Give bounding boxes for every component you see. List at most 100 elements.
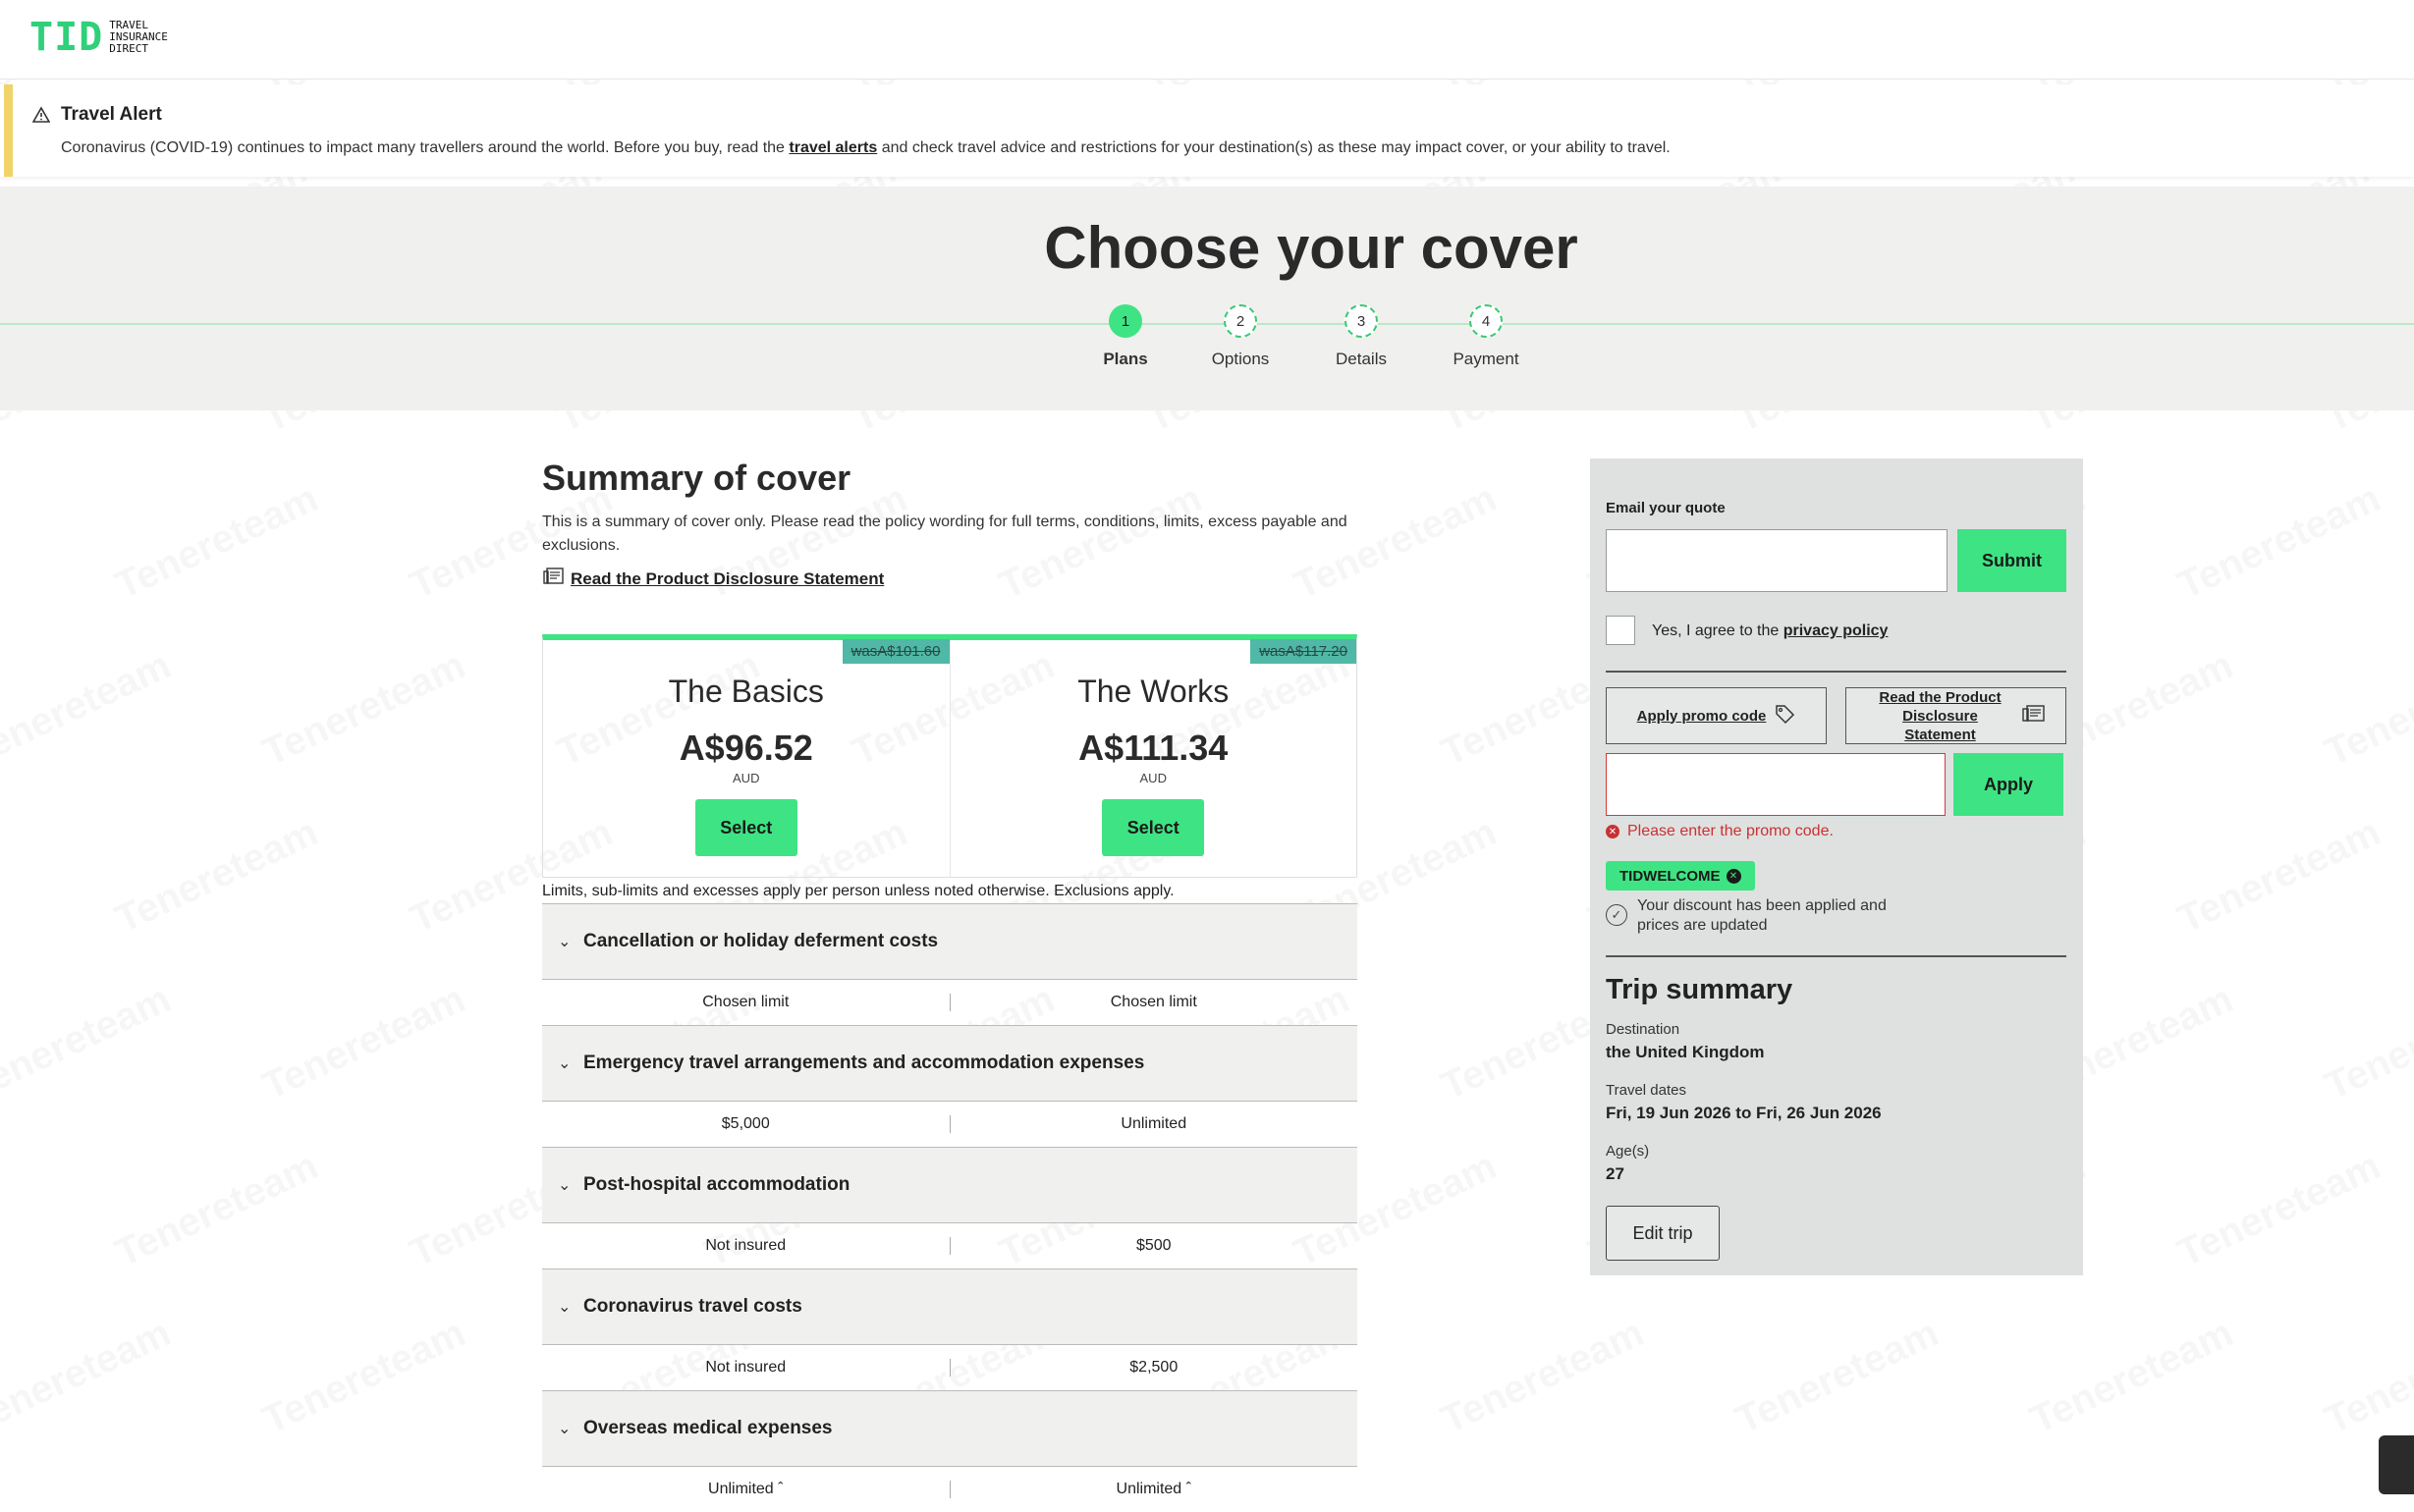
works-value: $2,500 (1129, 1359, 1179, 1376)
step-number: 2 (1224, 304, 1257, 338)
watermark-text: Tenereteam (2024, 1311, 2240, 1442)
apply-promo-code-button[interactable]: Apply promo code (1606, 687, 1827, 744)
chevron-down-icon: ⌄ (558, 1421, 572, 1437)
step-label: Details (1336, 350, 1387, 368)
watermark-text: Tenereteam (109, 1144, 325, 1275)
logo-mark: TID (29, 15, 104, 60)
watermark-text: Tenereteam (0, 1311, 178, 1442)
watermark-text: Tenereteam (256, 643, 472, 775)
travel-alert-banner: Travel Alert Coronavirus (COVID-19) cont… (0, 84, 2414, 177)
discount-message: Your discount has been applied and price… (1637, 897, 1887, 934)
pds-link-label: Read the Product Disclosure Statement (571, 568, 885, 588)
privacy-policy-link[interactable]: privacy policy (1783, 622, 1889, 639)
site-header: TID TRAVEL INSURANCE DIRECT (0, 0, 2414, 80)
step-label: Payment (1453, 350, 1519, 368)
select-works-button[interactable]: Select (1102, 799, 1205, 856)
step-payment[interactable]: 4 Payment (1417, 304, 1555, 369)
privacy-checkbox[interactable] (1606, 616, 1635, 645)
watermark-text: Tenereteam (1435, 1311, 1651, 1442)
watermark-text: Tenereteam (256, 1311, 472, 1442)
destination-value: the United Kingdom (1606, 1043, 1765, 1061)
benefit-row: Not insured $500 (542, 1223, 1357, 1269)
watermark-text: Tenereteam (109, 476, 325, 608)
plan-currency: AUD (733, 771, 760, 785)
basics-value: Unlimited ˆ (708, 1481, 784, 1497)
hero-section: Choose your cover 1 Plans 2 Options 3 De… (0, 187, 2414, 410)
destination-label: Destination (1606, 1021, 1680, 1038)
select-basics-button[interactable]: Select (694, 799, 797, 856)
alert-accent-bar (4, 84, 13, 177)
remove-promo-icon[interactable]: ✕ (1726, 868, 1741, 884)
chevron-down-icon: ⌄ (558, 1055, 572, 1072)
quote-sidebar: Email your quote Submit Yes, I agree to … (1590, 459, 2083, 1275)
step-number: 4 (1469, 304, 1503, 338)
promo-error: ✕ Please enter the promo code. (1606, 823, 1834, 840)
plan-card-works: wasA$117.20 The Works A$111.34 AUD Selec… (949, 639, 1356, 877)
works-value: Unlimited ˆ (1116, 1481, 1191, 1497)
logo-text: TRAVEL INSURANCE DIRECT (109, 19, 168, 55)
was-price-tag: wasA$117.20 (1250, 639, 1356, 664)
works-value: Chosen limit (1110, 994, 1197, 1010)
pds-link[interactable]: Read the Product Disclosure Statement (543, 567, 884, 591)
apply-button[interactable]: Apply (1953, 753, 2063, 816)
watermark-text: Tenereteam (2171, 810, 2387, 942)
benefit-title: Post-hospital accommodation (583, 1174, 850, 1195)
benefit-title: Cancellation or holiday deferment costs (583, 931, 939, 951)
error-icon: ✕ (1606, 825, 1619, 838)
benefit-title: Overseas medical expenses (583, 1418, 833, 1438)
promo-chip-label: TIDWELCOME (1619, 867, 1721, 885)
tag-icon (1774, 703, 1795, 729)
benefit-header[interactable]: ⌄ Coronavirus travel costs (542, 1269, 1357, 1345)
step-options[interactable]: 2 Options (1172, 304, 1309, 369)
benefit-header[interactable]: ⌄ Overseas medical expenses (542, 1390, 1357, 1467)
document-icon (543, 567, 565, 591)
summary-description: This is a summary of cover only. Please … (542, 513, 1347, 554)
basics-value: Chosen limit (702, 994, 790, 1010)
plan-name: The Works (1077, 674, 1230, 709)
promo-chip: TIDWELCOME ✕ (1606, 861, 1755, 891)
travel-alerts-link[interactable]: travel alerts (789, 139, 877, 156)
promo-code-input[interactable] (1606, 753, 1946, 816)
plan-name: The Basics (668, 674, 824, 709)
benefit-row: Unlimited ˆ Unlimited ˆ (542, 1467, 1357, 1512)
basics-value: Not insured (705, 1237, 787, 1254)
email-input[interactable] (1606, 529, 1948, 592)
benefit-header[interactable]: ⌄ Post-hospital accommodation (542, 1147, 1357, 1223)
alert-message-before: Coronavirus (COVID-19) continues to impa… (61, 139, 785, 156)
plan-currency: AUD (1139, 771, 1167, 785)
limits-note: Limits, sub-limits and excesses apply pe… (542, 883, 1175, 899)
benefit-row: Not insured $2,500 (542, 1345, 1357, 1390)
divider (1606, 671, 2066, 673)
plan-cards: wasA$101.60 The Basics A$96.52 AUD Selec… (542, 634, 1357, 878)
tid-logo[interactable]: TID TRAVEL INSURANCE DIRECT (29, 18, 188, 57)
agree-text: Yes, I agree to the (1652, 622, 1780, 639)
travel-dates-value: Fri, 19 Jun 2026 to Fri, 26 Jun 2026 (1606, 1104, 1882, 1122)
ages-label: Age(s) (1606, 1143, 1650, 1160)
watermark-text: Tenereteam (0, 977, 178, 1108)
watermark-text: Tenereteam (256, 977, 472, 1108)
benefit-title: Coronavirus travel costs (583, 1296, 802, 1317)
alert-message: Coronavirus (COVID-19) continues to impa… (61, 139, 1671, 157)
watermark-text: Tenereteam (0, 643, 178, 775)
privacy-agree-label: Yes, I agree to the privacy policy (1652, 622, 1888, 640)
watermark-text: Tenereteam (109, 810, 325, 942)
works-value: Unlimited (1121, 1115, 1187, 1132)
divider (1606, 955, 2066, 957)
plan-price: A$96.52 (679, 728, 813, 768)
benefit-header[interactable]: ⌄ Cancellation or holiday deferment cost… (542, 903, 1357, 980)
benefit-header[interactable]: ⌄ Emergency travel arrangements and acco… (542, 1025, 1357, 1102)
edit-trip-button[interactable]: Edit trip (1606, 1206, 1720, 1261)
travel-dates-label: Travel dates (1606, 1082, 1686, 1099)
chevron-down-icon: ⌄ (558, 934, 572, 950)
benefit-row: Chosen limit Chosen limit (542, 980, 1357, 1025)
step-details[interactable]: 3 Details (1292, 304, 1430, 369)
warning-icon (31, 106, 51, 130)
read-pds-button[interactable]: Read the Product Disclosure Statement (1845, 687, 2066, 744)
step-label: Options (1211, 350, 1270, 368)
watermark-text: Tenereteam (2171, 476, 2387, 608)
submit-button[interactable]: Submit (1957, 529, 2066, 592)
plan-card-basics: wasA$101.60 The Basics A$96.52 AUD Selec… (543, 639, 950, 877)
floating-chat-button[interactable] (2379, 1435, 2414, 1494)
page-title: Choose your cover (1044, 215, 1578, 281)
watermark-text: Tenereteam (2319, 977, 2414, 1108)
